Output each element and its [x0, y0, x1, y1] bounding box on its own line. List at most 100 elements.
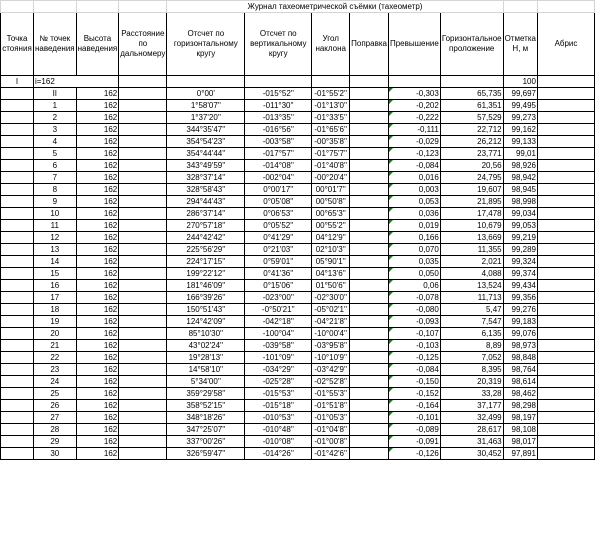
vertical-reading-cell[interactable]: -034°29'': [244, 363, 313, 376]
slope-angle-cell[interactable]: -03°42'9'': [311, 363, 351, 376]
target-number-cell[interactable]: 28: [32, 423, 77, 436]
horizontal-distance-cell[interactable]: 33,28: [439, 387, 504, 400]
distance-cell[interactable]: [118, 303, 168, 316]
vertical-reading-cell[interactable]: 0°15'06'': [244, 279, 313, 292]
distance-cell[interactable]: [118, 219, 168, 232]
slope-angle-cell[interactable]: -01°05'3'': [311, 411, 351, 424]
slope-angle-cell[interactable]: 01°50'6'': [311, 279, 351, 292]
target-height-cell[interactable]: 162: [75, 303, 120, 316]
horizontal-distance-cell[interactable]: 8,395: [439, 363, 504, 376]
slope-angle-cell[interactable]: -01°40'8'': [311, 159, 351, 172]
target-height-cell[interactable]: 162: [75, 183, 120, 196]
elevation-difference-cell[interactable]: -0,164: [387, 399, 441, 412]
target-number-cell[interactable]: 1: [32, 99, 77, 112]
target-number-cell[interactable]: 16: [32, 279, 77, 292]
correction-cell[interactable]: [349, 303, 389, 316]
horizontal-distance-cell[interactable]: 31,463: [439, 435, 504, 448]
station-cell[interactable]: [0, 123, 34, 136]
distance-cell[interactable]: [118, 207, 168, 220]
correction-cell[interactable]: [349, 207, 389, 220]
correction-cell[interactable]: [349, 291, 389, 304]
distance-cell[interactable]: [118, 351, 168, 364]
vertical-reading-cell[interactable]: 0°59'01'': [244, 255, 313, 268]
sketch-cell[interactable]: [536, 375, 595, 388]
vertical-reading-cell[interactable]: -010°53'': [244, 411, 313, 424]
horizontal-reading-cell[interactable]: 270°57'18'': [166, 219, 246, 232]
vertical-reading-cell[interactable]: -003°58'': [244, 135, 313, 148]
target-height-cell[interactable]: 162: [75, 255, 120, 268]
sketch-cell[interactable]: [536, 399, 595, 412]
slope-angle-cell[interactable]: -10°00'4'': [311, 327, 351, 340]
correction-cell[interactable]: [349, 399, 389, 412]
elevation-cell[interactable]: 98,942: [502, 171, 538, 184]
elevation-difference-cell[interactable]: 0,016: [387, 171, 441, 184]
horizontal-reading-cell[interactable]: 337°00'26'': [166, 435, 246, 448]
horizontal-reading-cell[interactable]: 0°00': [166, 87, 246, 100]
distance-cell[interactable]: [118, 279, 168, 292]
target-height-cell[interactable]: 162: [75, 159, 120, 172]
slope-angle-cell[interactable]: -02°52'8'': [311, 375, 351, 388]
elevation-difference-cell[interactable]: -0,103: [387, 339, 441, 352]
sketch-cell[interactable]: [536, 267, 595, 280]
vertical-reading-cell[interactable]: -015°18'': [244, 399, 313, 412]
header-elevation-difference[interactable]: Превышение: [387, 12, 441, 76]
correction-cell[interactable]: [349, 267, 389, 280]
slope-angle-cell[interactable]: 00°65'3'': [311, 207, 351, 220]
horizontal-reading-cell[interactable]: 294°44'43'': [166, 195, 246, 208]
slope-angle-cell[interactable]: -00°20'4'': [311, 171, 351, 184]
elevation-difference-cell[interactable]: 0,06: [387, 279, 441, 292]
elevation-difference-cell[interactable]: 0,070: [387, 243, 441, 256]
elevation-cell[interactable]: 98,017: [502, 435, 538, 448]
elevation-cell[interactable]: 99,289: [502, 243, 538, 256]
vertical-reading-cell[interactable]: 0°41'29'': [244, 231, 313, 244]
distance-cell[interactable]: [118, 147, 168, 160]
horizontal-distance-cell[interactable]: 22,712: [439, 123, 504, 136]
station-cell[interactable]: [0, 243, 34, 256]
journal-title[interactable]: Журнал тахеометрической съёмки (тахеомет…: [166, 0, 504, 13]
elevation-cell[interactable]: 99,273: [502, 111, 538, 124]
horizontal-reading-cell[interactable]: 150°51'43'': [166, 303, 246, 316]
header-slope-angle[interactable]: Угол наклона: [311, 12, 351, 76]
elevation-cell[interactable]: 98,945: [502, 183, 538, 196]
horizontal-distance-cell[interactable]: 6,135: [439, 327, 504, 340]
vertical-reading-cell[interactable]: 0°21'03'': [244, 243, 313, 256]
distance-cell[interactable]: [118, 339, 168, 352]
sketch-cell[interactable]: [536, 123, 595, 136]
station-cell[interactable]: [0, 435, 34, 448]
slope-angle-cell[interactable]: -01°55'3'': [311, 387, 351, 400]
horizontal-distance-cell[interactable]: 10,679: [439, 219, 504, 232]
slope-angle-cell[interactable]: -01°65'6'': [311, 123, 351, 136]
horizontal-distance-cell[interactable]: 5,47: [439, 303, 504, 316]
elevation-cell[interactable]: 98,298: [502, 399, 538, 412]
horizontal-distance-cell[interactable]: 37,177: [439, 399, 504, 412]
target-height-cell[interactable]: 162: [75, 243, 120, 256]
target-number-cell[interactable]: 14: [32, 255, 77, 268]
target-height-cell[interactable]: 162: [75, 399, 120, 412]
slope-angle-cell[interactable]: -10°10'9'': [311, 351, 351, 364]
target-height-cell[interactable]: 162: [75, 375, 120, 388]
correction-cell[interactable]: [349, 255, 389, 268]
target-number-cell[interactable]: 5: [32, 147, 77, 160]
vertical-reading-cell[interactable]: -0°50'21'': [244, 303, 313, 316]
station-cell[interactable]: I: [0, 75, 34, 88]
target-number-cell[interactable]: 20: [32, 327, 77, 340]
horizontal-distance-cell[interactable]: 26,212: [439, 135, 504, 148]
target-height-cell[interactable]: 162: [75, 435, 120, 448]
target-height-cell[interactable]: 162: [75, 195, 120, 208]
sketch-cell[interactable]: [536, 387, 595, 400]
station-cell[interactable]: [0, 339, 34, 352]
horizontal-reading-cell[interactable]: 85°10'30'': [166, 327, 246, 340]
elevation-cell[interactable]: 99,356: [502, 291, 538, 304]
station-cell[interactable]: [0, 159, 34, 172]
horizontal-reading-cell[interactable]: 286°37'14'': [166, 207, 246, 220]
sketch-cell[interactable]: [536, 171, 595, 184]
horizontal-reading-cell[interactable]: 199°22'12'': [166, 267, 246, 280]
distance-cell[interactable]: [118, 111, 168, 124]
elevation-difference-cell[interactable]: -0,107: [387, 327, 441, 340]
elevation-difference-cell[interactable]: -0,303: [387, 87, 441, 100]
target-number-cell[interactable]: 6: [32, 159, 77, 172]
vertical-reading-cell[interactable]: -013°35'': [244, 111, 313, 124]
slope-angle-cell[interactable]: -00°35'8'': [311, 135, 351, 148]
target-number-cell[interactable]: II: [32, 87, 77, 100]
horizontal-distance-cell[interactable]: 65,735: [439, 87, 504, 100]
